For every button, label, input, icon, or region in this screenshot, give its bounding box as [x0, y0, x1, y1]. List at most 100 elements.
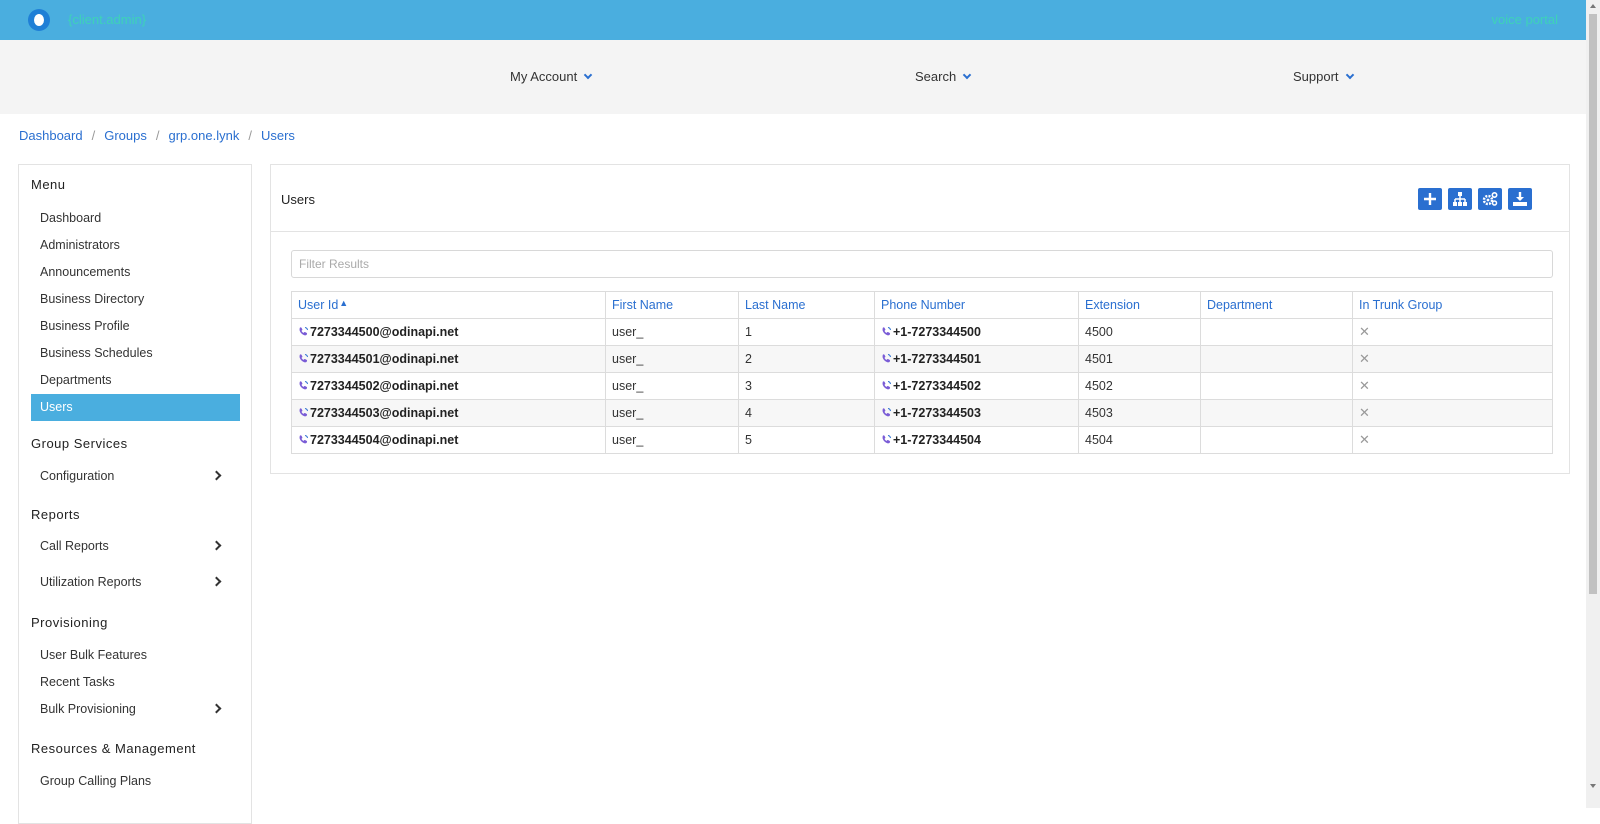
scrollbar-thumb[interactable]: [1589, 14, 1597, 594]
column-extension[interactable]: Extension: [1078, 291, 1201, 319]
cell-first-name: user_: [605, 399, 739, 427]
download-button[interactable]: [1508, 188, 1532, 210]
cell-in-trunk-group: ✕: [1352, 345, 1553, 373]
table-row[interactable]: 7273344502@odinapi.net user_ 3 +1-727334450…: [291, 372, 1553, 400]
cell-last-name: 3: [738, 372, 875, 400]
add-icon: [1424, 193, 1436, 205]
nav-search-label: Search: [915, 69, 957, 84]
cell-user-id[interactable]: 7273344500@odinapi.net: [291, 318, 606, 346]
sidebar-item-business-schedules[interactable]: Business Schedules: [31, 340, 240, 367]
sidebar-item-business-profile[interactable]: Business Profile: [31, 313, 240, 340]
settings-icon: [1482, 191, 1498, 206]
cell-in-trunk-group: ✕: [1352, 426, 1553, 454]
cell-last-name: 1: [738, 318, 875, 346]
breadcrumb-dashboard[interactable]: Dashboard: [19, 128, 83, 143]
logo-icon[interactable]: [28, 9, 50, 31]
phone-number-text: +1-7273344502: [893, 379, 981, 393]
sidebar-item-announcements[interactable]: Announcements: [31, 259, 240, 286]
close-icon: ✕: [1359, 351, 1370, 366]
org-chart-button[interactable]: [1448, 188, 1472, 210]
nav-my-account-label: My Account: [510, 69, 578, 84]
table-row[interactable]: 7273344501@odinapi.net user_ 2 +1-727334450…: [291, 345, 1553, 373]
table-row[interactable]: 7273344500@odinapi.net user_ 1 +1-727334450…: [291, 318, 1553, 346]
table-row[interactable]: 7273344503@odinapi.net user_ 4 +1-727334450…: [291, 399, 1553, 427]
phone-icon: [881, 352, 893, 366]
phone-icon: [298, 433, 310, 447]
tenant-name: {client.admin}: [68, 12, 147, 27]
breadcrumb-separator: /: [155, 128, 160, 143]
column-department[interactable]: Department: [1200, 291, 1353, 319]
cell-user-id[interactable]: 7273344503@odinapi.net: [291, 399, 606, 427]
reports-title: Reports: [31, 507, 81, 522]
scroll-down-icon[interactable]: [1590, 784, 1596, 788]
page-scrollbar[interactable]: [1586, 0, 1600, 808]
sidebar-item-label: Utilization Reports: [40, 575, 142, 589]
scroll-up-icon[interactable]: [1590, 4, 1596, 8]
chevron-right-icon: [211, 703, 222, 714]
sidebar-item-configuration[interactable]: Configuration: [31, 463, 240, 490]
cell-user-id[interactable]: 7273344504@odinapi.net: [291, 426, 606, 454]
sidebar-item-bulk-provisioning[interactable]: Bulk Provisioning: [31, 696, 240, 723]
cell-phone-number: +1-7273344501: [874, 345, 1079, 373]
nav-search[interactable]: Search: [915, 69, 972, 84]
sidebar-item-user-bulk-features[interactable]: User Bulk Features: [31, 642, 240, 669]
filter-input[interactable]: [291, 250, 1553, 278]
phone-number-text: +1-7273344500: [893, 325, 981, 339]
phone-icon: [298, 352, 310, 366]
cell-first-name: user_: [605, 318, 739, 346]
nav-my-account[interactable]: My Account: [510, 69, 593, 84]
column-first-name[interactable]: First Name: [605, 291, 739, 319]
breadcrumb: Dashboard / Groups / grp.one.lynk / Users: [19, 128, 295, 143]
breadcrumb-users[interactable]: Users: [261, 128, 295, 143]
column-user-id[interactable]: User Id▲: [291, 291, 606, 319]
cell-department: [1200, 426, 1353, 454]
menu-title: Menu: [31, 177, 66, 192]
phone-icon: [881, 379, 893, 393]
cell-user-id[interactable]: 7273344501@odinapi.net: [291, 345, 606, 373]
table-body: 7273344500@odinapi.net user_ 1 +1-727334450…: [291, 318, 1553, 454]
phone-icon: [881, 433, 893, 447]
cell-extension: 4504: [1078, 426, 1201, 454]
cell-first-name: user_: [605, 345, 739, 373]
sidebar: Menu Dashboard Administrators Announceme…: [18, 164, 252, 824]
user-id-text: 7273344502@odinapi.net: [310, 379, 459, 393]
provisioning-title: Provisioning: [31, 615, 108, 630]
cell-department: [1200, 345, 1353, 373]
sidebar-item-call-reports[interactable]: Call Reports: [31, 533, 240, 560]
cell-user-id[interactable]: 7273344502@odinapi.net: [291, 372, 606, 400]
sidebar-item-departments[interactable]: Departments: [31, 367, 240, 394]
phone-icon: [881, 325, 893, 339]
sidebar-item-recent-tasks[interactable]: Recent Tasks: [31, 669, 240, 696]
settings-button[interactable]: [1478, 188, 1502, 210]
column-last-name[interactable]: Last Name: [738, 291, 875, 319]
breadcrumb-groups[interactable]: Groups: [104, 128, 147, 143]
add-button[interactable]: [1418, 188, 1442, 210]
column-phone-number[interactable]: Phone Number: [874, 291, 1079, 319]
sidebar-item-label: Bulk Provisioning: [40, 702, 136, 716]
main-nav: My Account Search Support: [0, 40, 1586, 114]
column-in-trunk-group[interactable]: In Trunk Group: [1352, 291, 1553, 319]
sidebar-item-utilization-reports[interactable]: Utilization Reports: [31, 569, 240, 596]
cell-first-name: user_: [605, 426, 739, 454]
chevron-down-icon: [1345, 70, 1354, 80]
phone-number-text: +1-7273344503: [893, 406, 981, 420]
sidebar-item-group-calling-plans[interactable]: Group Calling Plans: [31, 768, 240, 795]
nav-support-label: Support: [1293, 69, 1339, 84]
phone-number-text: +1-7273344501: [893, 352, 981, 366]
resources-title: Resources & Management: [31, 741, 196, 756]
sidebar-item-users[interactable]: Users: [31, 394, 240, 421]
sidebar-item-business-directory[interactable]: Business Directory: [31, 286, 240, 313]
close-icon: ✕: [1359, 378, 1370, 393]
phone-icon: [298, 406, 310, 420]
panel-title: Users: [281, 192, 315, 207]
sidebar-item-dashboard[interactable]: Dashboard: [31, 205, 240, 232]
close-icon: ✕: [1359, 405, 1370, 420]
table-row[interactable]: 7273344504@odinapi.net user_ 5 +1-727334450…: [291, 426, 1553, 454]
cell-phone-number: +1-7273344502: [874, 372, 1079, 400]
sidebar-item-administrators[interactable]: Administrators: [31, 232, 240, 259]
cell-extension: 4501: [1078, 345, 1201, 373]
chevron-down-icon: [962, 70, 972, 80]
nav-support[interactable]: Support: [1293, 69, 1354, 84]
breadcrumb-group[interactable]: grp.one.lynk: [169, 128, 240, 143]
org-chart-icon: [1453, 192, 1467, 206]
